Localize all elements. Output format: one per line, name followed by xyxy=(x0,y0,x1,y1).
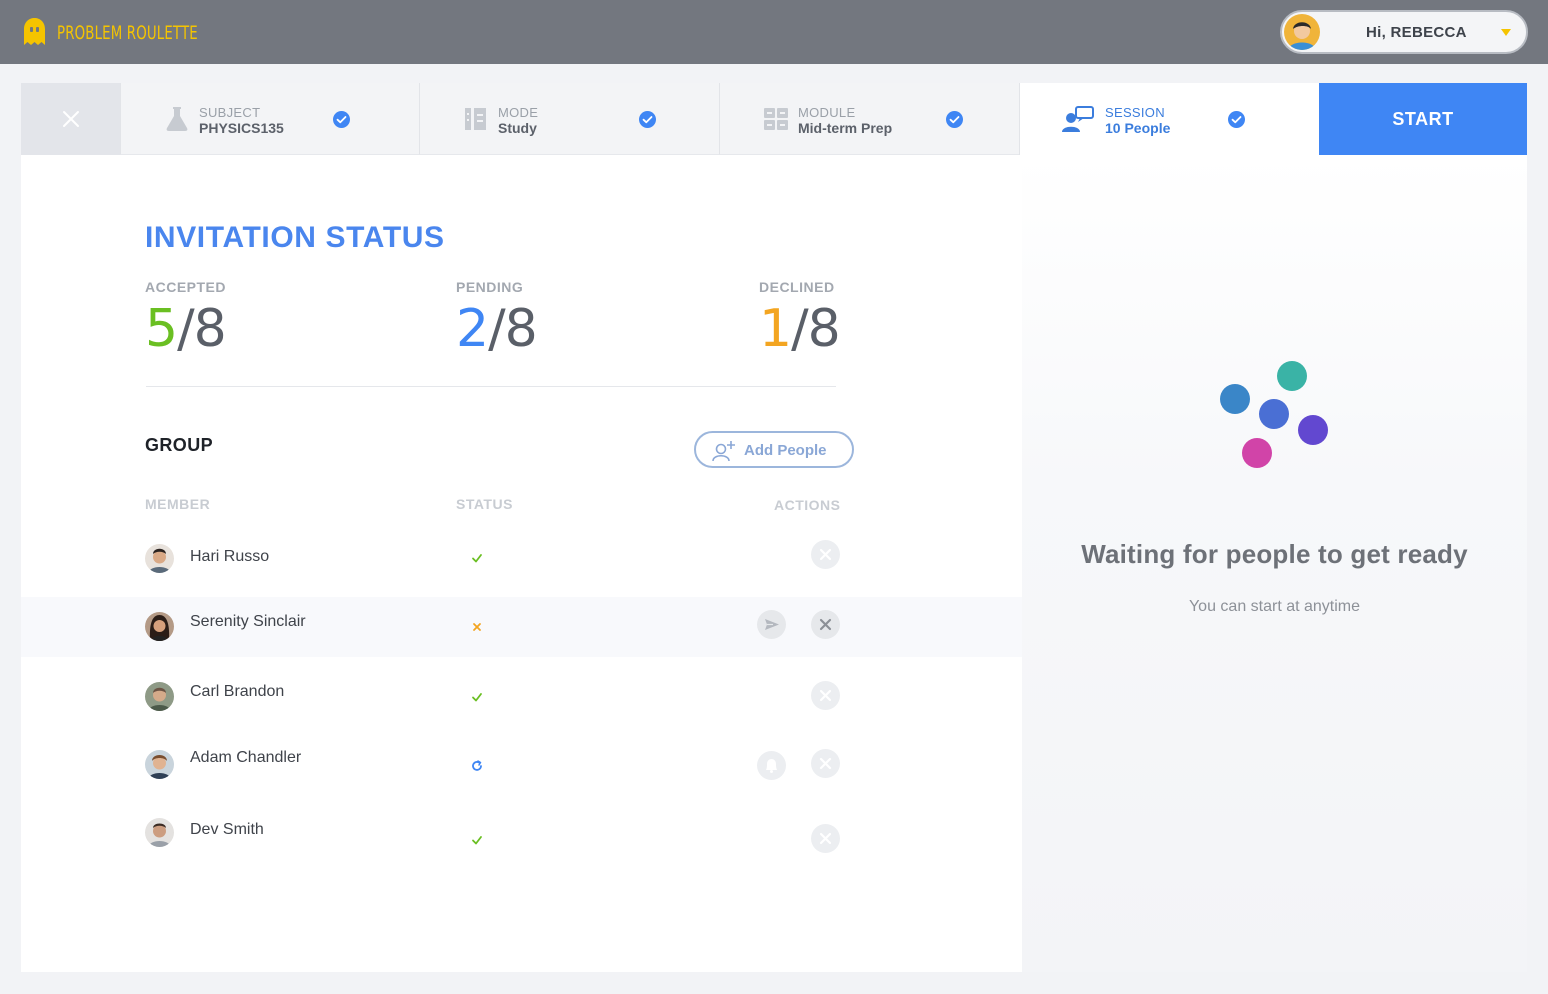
table-row: Carl Brandon xyxy=(21,667,1022,727)
remove-member-button[interactable] xyxy=(811,681,840,710)
resend-invite-button[interactable] xyxy=(757,610,786,639)
check-circle-icon xyxy=(639,111,656,128)
avatar xyxy=(145,612,174,641)
member-name: Hari Russo xyxy=(190,548,270,565)
loading-dot xyxy=(1277,361,1307,391)
step-value: PHYSICS135 xyxy=(199,120,284,136)
close-button[interactable] xyxy=(21,83,120,155)
declined-total: /8 xyxy=(791,299,841,359)
check-circle-icon xyxy=(333,111,350,128)
bell-icon xyxy=(766,759,777,773)
step-label: MODULE xyxy=(798,105,856,120)
divider xyxy=(146,386,836,387)
step-subject[interactable]: SUBJECT PHYSICS135 xyxy=(120,83,419,155)
step-label: MODE xyxy=(498,105,539,120)
stat-label: ACCEPTED xyxy=(145,279,227,295)
user-greeting: Hi, REBECCA xyxy=(1366,24,1467,41)
flask-icon xyxy=(166,107,188,131)
close-icon xyxy=(62,111,79,127)
brand[interactable]: PROBLEM ROULETTE xyxy=(22,17,238,47)
close-icon xyxy=(819,832,832,845)
group-title: GROUP xyxy=(145,435,214,455)
avatar xyxy=(1284,14,1320,50)
stat-value: 2/8 xyxy=(456,299,538,359)
remove-member-button[interactable] xyxy=(811,749,840,778)
avatar xyxy=(145,818,174,847)
grid-icon xyxy=(764,108,788,130)
waiting-title: Waiting for people to get ready xyxy=(1081,539,1468,569)
add-people-label: Add People xyxy=(744,442,827,459)
step-value: Study xyxy=(498,120,537,136)
ghost-logo-icon xyxy=(24,18,45,45)
add-people-button[interactable]: Add People xyxy=(694,431,854,468)
table-row: Serenity Sinclair xyxy=(21,597,1022,657)
accepted-count: 5 xyxy=(145,299,178,359)
remove-member-button[interactable] xyxy=(811,824,840,853)
waiting-subtitle: You can start at anytime xyxy=(1188,598,1361,615)
check-icon xyxy=(472,693,482,702)
pending-total: /8 xyxy=(488,299,538,359)
column-header-actions: ACTIONS xyxy=(774,497,841,513)
close-icon xyxy=(819,548,832,561)
avatar xyxy=(145,682,174,711)
check-icon xyxy=(472,836,482,845)
stat-value: 1/8 xyxy=(759,299,841,359)
check-circle-icon xyxy=(1228,111,1245,128)
loading-dot xyxy=(1259,399,1289,429)
stat-pending: PENDING 2/8 xyxy=(456,279,538,359)
step-session[interactable]: SESSION 10 People xyxy=(1019,83,1319,155)
member-name: Adam Chandler xyxy=(190,749,302,766)
table-row: Dev Smith xyxy=(21,803,1022,863)
send-icon xyxy=(765,619,779,630)
loading-dot xyxy=(1242,438,1272,468)
accepted-total: /8 xyxy=(177,299,227,359)
declined-count: 1 xyxy=(759,299,792,359)
stat-accepted: ACCEPTED 5/8 xyxy=(145,279,227,359)
app-name: PROBLEM ROULETTE xyxy=(57,22,198,44)
caret-down-icon xyxy=(1501,29,1511,36)
cross-icon xyxy=(473,623,481,631)
invitation-panel: INVITATION STATUS ACCEPTED 5/8 PENDING 2… xyxy=(21,155,1022,972)
avatar xyxy=(145,750,174,779)
column-header-status: STATUS xyxy=(456,496,513,512)
column-header-member: MEMBER xyxy=(145,496,211,512)
check-circle-icon xyxy=(946,111,963,128)
stat-label: PENDING xyxy=(456,279,524,295)
step-label: SESSION xyxy=(1105,105,1165,120)
book-icon xyxy=(465,108,486,130)
member-name: Serenity Sinclair xyxy=(190,613,306,630)
remove-member-button[interactable] xyxy=(811,540,840,569)
step-value: Mid-term Prep xyxy=(798,120,893,136)
start-button[interactable]: START xyxy=(1319,83,1527,155)
add-user-icon xyxy=(712,441,735,462)
close-icon xyxy=(819,757,832,770)
stat-label: DECLINED xyxy=(759,279,835,295)
step-mode[interactable]: MODE Study xyxy=(419,83,719,155)
people-chat-icon xyxy=(1062,106,1094,132)
stat-declined: DECLINED 1/8 xyxy=(759,279,841,359)
avatar xyxy=(145,544,174,573)
table-row: Adam Chandler xyxy=(21,735,1022,795)
table-row: Hari Russo xyxy=(21,527,1022,587)
step-label: SUBJECT xyxy=(199,105,261,120)
top-bar: PROBLEM ROULETTE Hi, REBECCA xyxy=(0,0,1548,64)
loading-dot xyxy=(1220,384,1250,414)
loading-dot xyxy=(1298,415,1328,445)
remove-member-button[interactable] xyxy=(811,610,840,639)
close-icon xyxy=(819,689,832,702)
member-name: Carl Brandon xyxy=(190,683,285,700)
step-module[interactable]: MODULE Mid-term Prep xyxy=(719,83,1019,155)
page-title: INVITATION STATUS xyxy=(145,221,445,254)
pending-count: 2 xyxy=(456,299,489,359)
waiting-panel: Waiting for people to get ready You can … xyxy=(1022,155,1527,972)
close-icon xyxy=(819,618,832,631)
user-menu[interactable]: Hi, REBECCA xyxy=(1280,10,1528,54)
check-icon xyxy=(472,554,482,563)
refresh-icon xyxy=(472,760,482,771)
step-bar: SUBJECT PHYSICS135 MODE Study MODULE Mid… xyxy=(21,83,1527,155)
member-name: Dev Smith xyxy=(190,821,264,838)
step-value: 10 People xyxy=(1105,120,1171,136)
remind-button[interactable] xyxy=(757,751,786,780)
stat-value: 5/8 xyxy=(145,299,227,359)
